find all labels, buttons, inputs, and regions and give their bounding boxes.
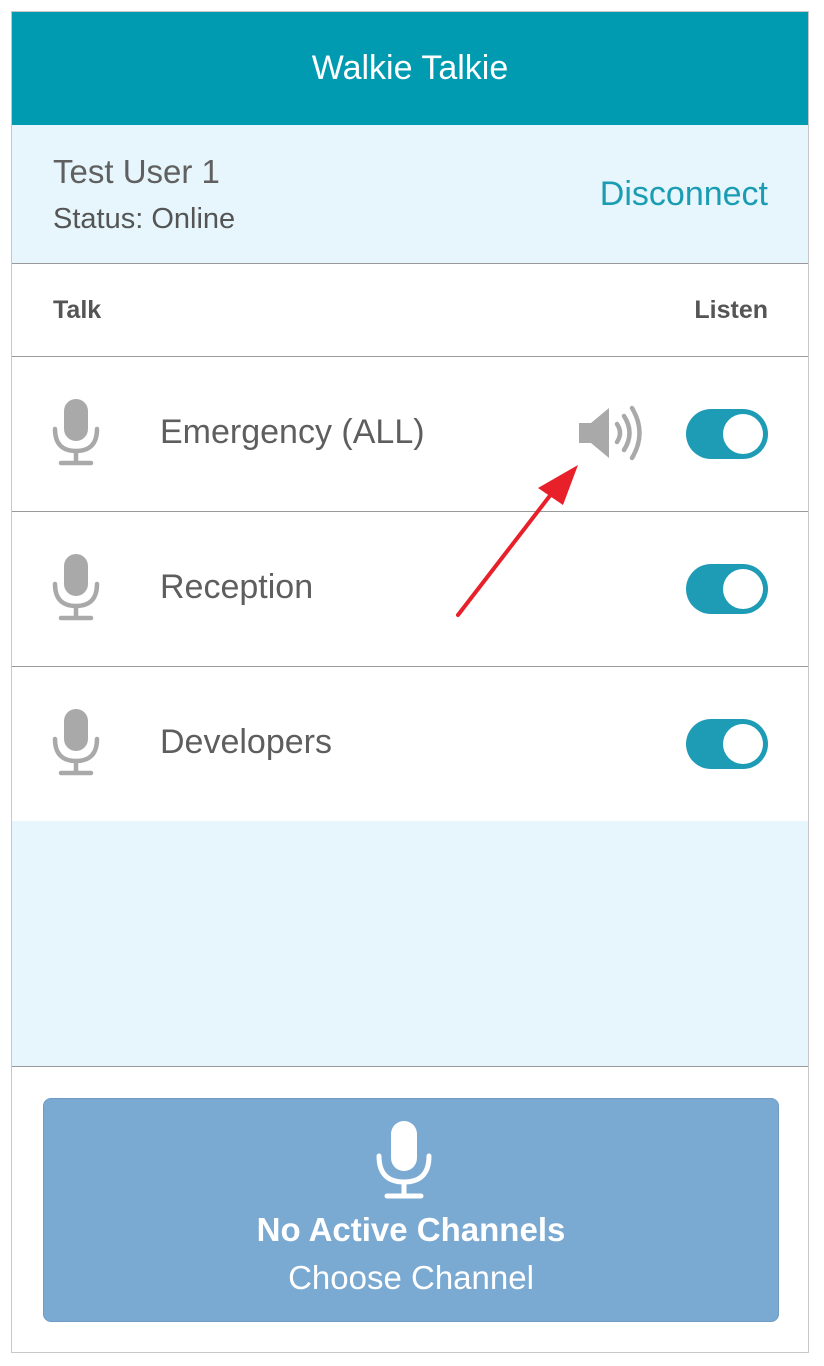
listen-toggle[interactable]	[686, 719, 768, 769]
user-status: Status: Online	[53, 203, 236, 235]
app-title: Walkie Talkie	[311, 49, 509, 87]
listen-toggle[interactable]	[686, 409, 768, 459]
disconnect-link[interactable]: Disconnect	[600, 175, 768, 214]
channel-row-emergency: Emergency (ALL)	[12, 357, 808, 512]
app-header: Walkie Talkie	[12, 12, 808, 125]
microphone-icon[interactable]	[50, 707, 102, 777]
channel-row-developers: Developers	[12, 667, 808, 822]
app-frame: Walkie Talkie Test User 1 Status: Online…	[11, 11, 809, 1353]
user-name: Test User 1	[53, 153, 220, 190]
toggle-knob	[723, 569, 763, 609]
push-to-talk-button[interactable]: No Active Channels Choose Channel	[43, 1098, 779, 1322]
empty-channel-area	[12, 821, 808, 1067]
toggle-knob	[723, 724, 763, 764]
talk-column-label: Talk	[53, 296, 102, 324]
channel-row-reception: Reception	[12, 512, 808, 667]
channel-label: Emergency (ALL)	[160, 413, 425, 451]
listen-column-label: Listen	[694, 296, 768, 324]
channel-label: Reception	[160, 568, 314, 606]
user-panel: Test User 1 Status: Online Disconnect	[12, 125, 808, 264]
channel-label: Developers	[160, 723, 332, 761]
microphone-icon[interactable]	[50, 397, 102, 467]
microphone-icon[interactable]	[50, 552, 102, 622]
talk-button-subtitle: Choose Channel	[288, 1259, 534, 1296]
talk-button-title: No Active Channels	[256, 1211, 566, 1248]
microphone-icon	[376, 1121, 432, 1199]
toggle-knob	[723, 414, 763, 454]
listen-toggle[interactable]	[686, 564, 768, 614]
speaker-icon	[579, 405, 642, 461]
column-header: Talk Listen	[12, 264, 808, 357]
